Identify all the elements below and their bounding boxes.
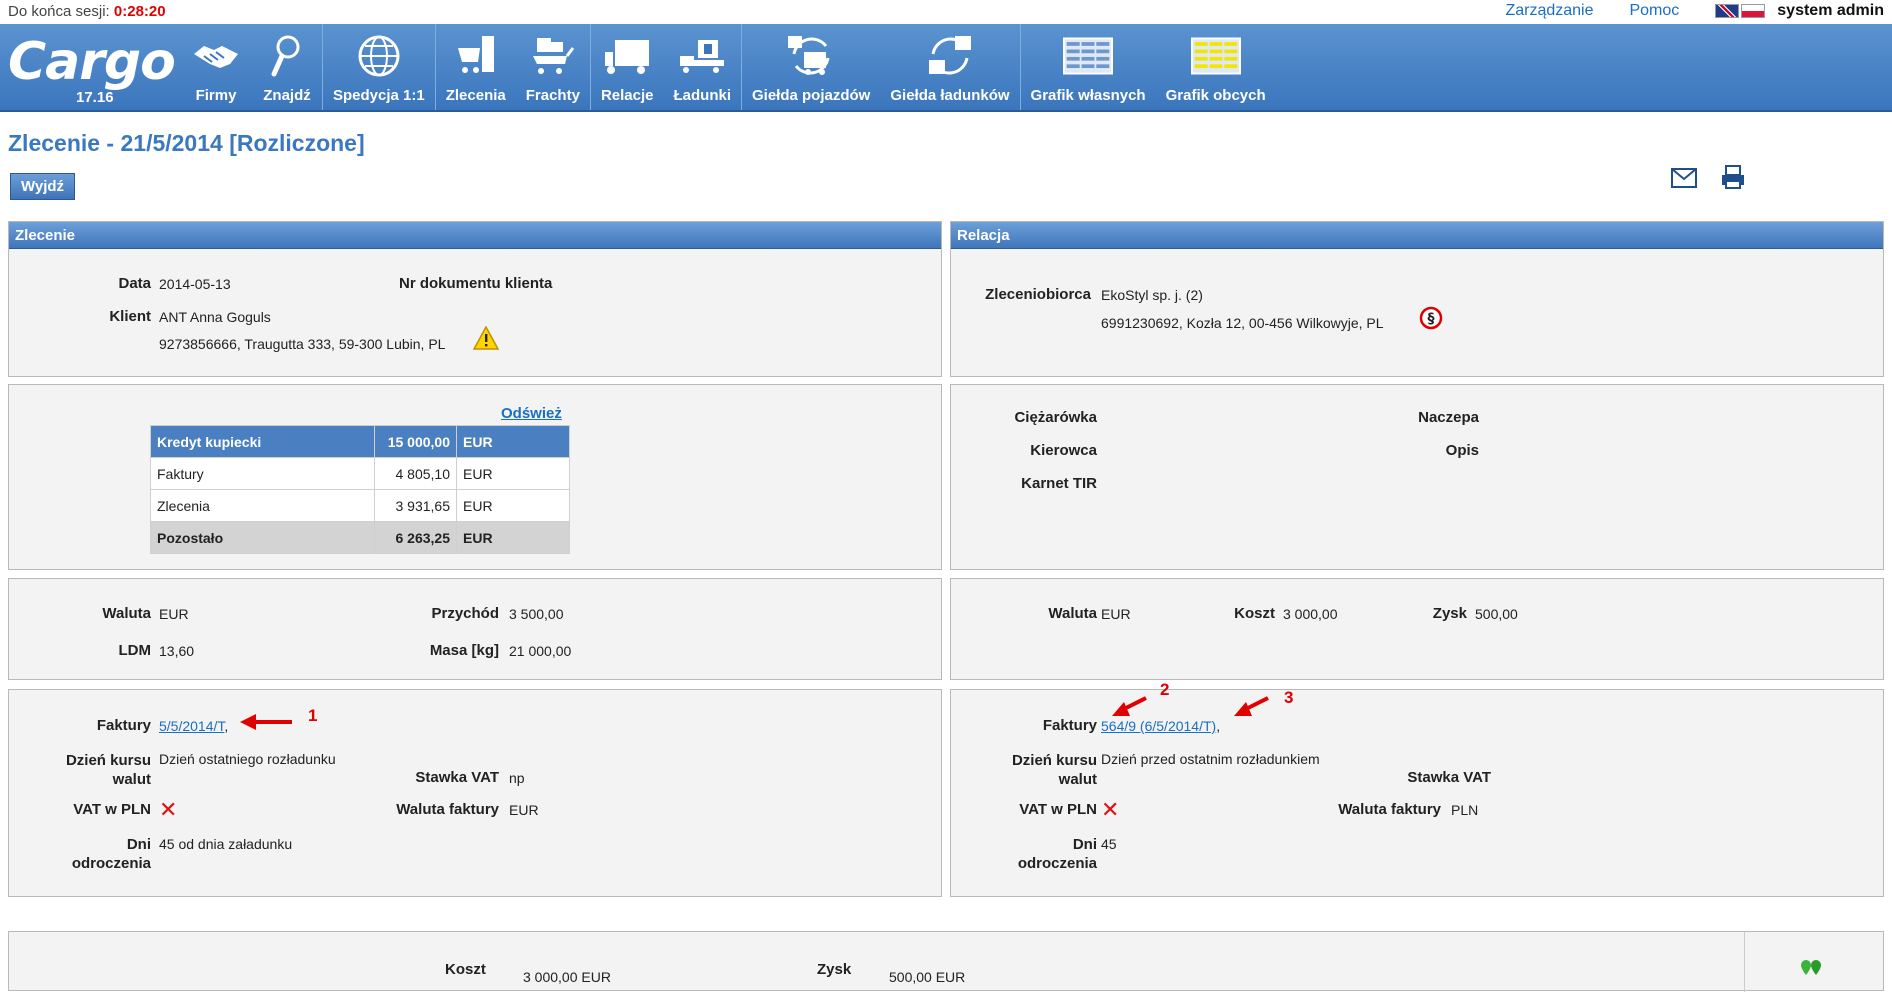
annotation-arrows (240, 696, 1269, 730)
annotation-number: 3 (1284, 688, 1294, 707)
annotation-number: 1 (308, 706, 318, 725)
annotation-number: 2 (1160, 680, 1170, 699)
